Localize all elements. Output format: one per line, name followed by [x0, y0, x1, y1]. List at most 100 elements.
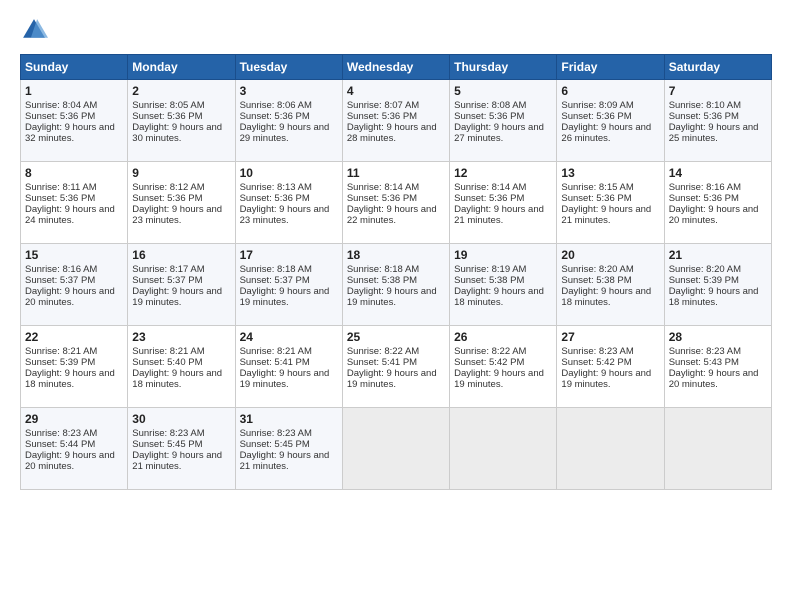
sunrise-label: Sunrise: 8:18 AM — [347, 264, 419, 275]
sunset-label: Sunset: 5:37 PM — [25, 275, 95, 286]
daylight-label: Daylight: 9 hours and 20 minutes. — [669, 204, 759, 226]
daylight-label: Daylight: 9 hours and 18 minutes. — [25, 368, 115, 390]
sunrise-label: Sunrise: 8:21 AM — [240, 346, 312, 357]
day-number: 14 — [669, 166, 767, 180]
calendar-cell — [664, 408, 771, 490]
daylight-label: Daylight: 9 hours and 26 minutes. — [561, 122, 651, 144]
calendar-cell: 17Sunrise: 8:18 AMSunset: 5:37 PMDayligh… — [235, 244, 342, 326]
daylight-label: Daylight: 9 hours and 32 minutes. — [25, 122, 115, 144]
sunset-label: Sunset: 5:36 PM — [561, 193, 631, 204]
calendar-cell: 29Sunrise: 8:23 AMSunset: 5:44 PMDayligh… — [21, 408, 128, 490]
calendar-cell: 9Sunrise: 8:12 AMSunset: 5:36 PMDaylight… — [128, 162, 235, 244]
sunrise-label: Sunrise: 8:15 AM — [561, 182, 633, 193]
daylight-label: Daylight: 9 hours and 30 minutes. — [132, 122, 222, 144]
daylight-label: Daylight: 9 hours and 21 minutes. — [454, 204, 544, 226]
day-number: 2 — [132, 84, 230, 98]
calendar-weekday-header: Monday — [128, 55, 235, 80]
sunset-label: Sunset: 5:38 PM — [561, 275, 631, 286]
day-number: 8 — [25, 166, 123, 180]
day-number: 18 — [347, 248, 445, 262]
calendar-weekday-header: Tuesday — [235, 55, 342, 80]
calendar-cell: 7Sunrise: 8:10 AMSunset: 5:36 PMDaylight… — [664, 80, 771, 162]
logo-icon — [20, 16, 48, 44]
calendar-cell: 31Sunrise: 8:23 AMSunset: 5:45 PMDayligh… — [235, 408, 342, 490]
day-number: 30 — [132, 412, 230, 426]
calendar-cell: 19Sunrise: 8:19 AMSunset: 5:38 PMDayligh… — [450, 244, 557, 326]
calendar-weekday-header: Thursday — [450, 55, 557, 80]
calendar-cell: 14Sunrise: 8:16 AMSunset: 5:36 PMDayligh… — [664, 162, 771, 244]
sunrise-label: Sunrise: 8:21 AM — [132, 346, 204, 357]
day-number: 23 — [132, 330, 230, 344]
sunset-label: Sunset: 5:41 PM — [347, 357, 417, 368]
calendar-cell: 8Sunrise: 8:11 AMSunset: 5:36 PMDaylight… — [21, 162, 128, 244]
day-number: 5 — [454, 84, 552, 98]
sunset-label: Sunset: 5:37 PM — [132, 275, 202, 286]
day-number: 17 — [240, 248, 338, 262]
daylight-label: Daylight: 9 hours and 19 minutes. — [347, 286, 437, 308]
calendar-cell: 3Sunrise: 8:06 AMSunset: 5:36 PMDaylight… — [235, 80, 342, 162]
day-number: 1 — [25, 84, 123, 98]
calendar-cell: 2Sunrise: 8:05 AMSunset: 5:36 PMDaylight… — [128, 80, 235, 162]
daylight-label: Daylight: 9 hours and 19 minutes. — [454, 368, 544, 390]
calendar-week-row: 8Sunrise: 8:11 AMSunset: 5:36 PMDaylight… — [21, 162, 772, 244]
daylight-label: Daylight: 9 hours and 24 minutes. — [25, 204, 115, 226]
calendar-cell: 27Sunrise: 8:23 AMSunset: 5:42 PMDayligh… — [557, 326, 664, 408]
sunrise-label: Sunrise: 8:18 AM — [240, 264, 312, 275]
daylight-label: Daylight: 9 hours and 21 minutes. — [561, 204, 651, 226]
header — [20, 16, 772, 44]
daylight-label: Daylight: 9 hours and 19 minutes. — [240, 368, 330, 390]
daylight-label: Daylight: 9 hours and 21 minutes. — [132, 450, 222, 472]
sunset-label: Sunset: 5:36 PM — [669, 111, 739, 122]
sunset-label: Sunset: 5:42 PM — [561, 357, 631, 368]
calendar-cell: 5Sunrise: 8:08 AMSunset: 5:36 PMDaylight… — [450, 80, 557, 162]
daylight-label: Daylight: 9 hours and 19 minutes. — [347, 368, 437, 390]
sunset-label: Sunset: 5:39 PM — [25, 357, 95, 368]
sunrise-label: Sunrise: 8:21 AM — [25, 346, 97, 357]
day-number: 22 — [25, 330, 123, 344]
calendar-week-row: 1Sunrise: 8:04 AMSunset: 5:36 PMDaylight… — [21, 80, 772, 162]
calendar-cell: 20Sunrise: 8:20 AMSunset: 5:38 PMDayligh… — [557, 244, 664, 326]
day-number: 29 — [25, 412, 123, 426]
daylight-label: Daylight: 9 hours and 19 minutes. — [561, 368, 651, 390]
daylight-label: Daylight: 9 hours and 18 minutes. — [561, 286, 651, 308]
calendar-cell: 22 Sunrise: 8:21 AMSunset: 5:39 PMDayligh… — [21, 326, 128, 408]
calendar-cell: 21Sunrise: 8:20 AMSunset: 5:39 PMDayligh… — [664, 244, 771, 326]
calendar-weekday-header: Friday — [557, 55, 664, 80]
sunrise-label: Sunrise: 8:04 AM — [25, 100, 97, 111]
day-number: 20 — [561, 248, 659, 262]
daylight-label: Daylight: 9 hours and 21 minutes. — [240, 450, 330, 472]
sunset-label: Sunset: 5:40 PM — [132, 357, 202, 368]
sunrise-label: Sunrise: 8:22 AM — [347, 346, 419, 357]
calendar-cell: 1Sunrise: 8:04 AMSunset: 5:36 PMDaylight… — [21, 80, 128, 162]
daylight-label: Daylight: 9 hours and 19 minutes. — [132, 286, 222, 308]
calendar-cell: 26 Sunrise: 8:22 AMSunset: 5:42 PMDayligh… — [450, 326, 557, 408]
daylight-label: Daylight: 9 hours and 25 minutes. — [669, 122, 759, 144]
calendar-cell — [342, 408, 449, 490]
sunrise-label: Sunrise: 8:06 AM — [240, 100, 312, 111]
sunrise-label: Sunrise: 8:23 AM — [669, 346, 741, 357]
day-number: 6 — [561, 84, 659, 98]
sunset-label: Sunset: 5:36 PM — [561, 111, 631, 122]
sunset-label: Sunset: 5:39 PM — [669, 275, 739, 286]
day-number: 4 — [347, 84, 445, 98]
daylight-label: Daylight: 9 hours and 18 minutes. — [454, 286, 544, 308]
sunset-label: Sunset: 5:36 PM — [240, 193, 310, 204]
sunrise-label: Sunrise: 8:22 AM — [454, 346, 526, 357]
daylight-label: Daylight: 9 hours and 18 minutes. — [132, 368, 222, 390]
sunset-label: Sunset: 5:37 PM — [240, 275, 310, 286]
daylight-label: Daylight: 9 hours and 23 minutes. — [240, 204, 330, 226]
sunset-label: Sunset: 5:38 PM — [454, 275, 524, 286]
calendar-weekday-header: Wednesday — [342, 55, 449, 80]
calendar-week-row: 15Sunrise: 8:16 AMSunset: 5:37 PMDayligh… — [21, 244, 772, 326]
sunrise-label: Sunrise: 8:14 AM — [347, 182, 419, 193]
sunset-label: Sunset: 5:36 PM — [347, 193, 417, 204]
calendar-cell: 12Sunrise: 8:14 AMSunset: 5:36 PMDayligh… — [450, 162, 557, 244]
sunset-label: Sunset: 5:42 PM — [454, 357, 524, 368]
day-number: 26 — [454, 330, 552, 344]
sunset-label: Sunset: 5:36 PM — [132, 193, 202, 204]
sunset-label: Sunset: 5:36 PM — [25, 193, 95, 204]
page: SundayMondayTuesdayWednesdayThursdayFrid… — [0, 0, 792, 612]
day-number: 12 — [454, 166, 552, 180]
calendar-weekday-header: Saturday — [664, 55, 771, 80]
daylight-label: Daylight: 9 hours and 20 minutes. — [669, 368, 759, 390]
